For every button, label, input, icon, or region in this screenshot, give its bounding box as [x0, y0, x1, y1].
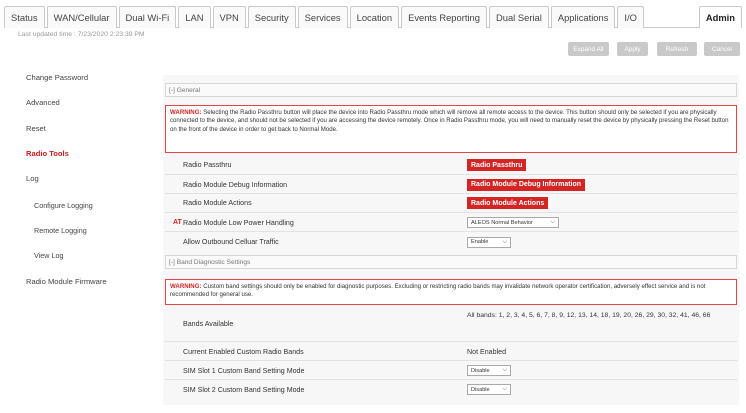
- radio-debug-button[interactable]: Radio Module Debug Information: [467, 178, 586, 191]
- bands-available-value: All bands: 1, 2, 3, 4, 5, 6, 7, 8, 9, 12…: [467, 312, 711, 319]
- tab-security[interactable]: Security: [247, 6, 296, 28]
- radio-passthru-button[interactable]: Radio Passthru: [467, 159, 527, 171]
- sidebar-item-advanced[interactable]: Advanced: [26, 98, 60, 107]
- chevron-down-icon: ⌵: [502, 238, 507, 245]
- tab-wan-cellular[interactable]: WAN/Cellular: [46, 6, 117, 28]
- tab-applications[interactable]: Applications: [550, 6, 616, 28]
- chevron-down-icon: ⌵: [550, 219, 555, 225]
- outbound-traffic-select-value: Enable: [471, 239, 489, 245]
- sidebar-item-reset[interactable]: Reset: [26, 124, 46, 133]
- tab-vpn[interactable]: VPN: [212, 6, 246, 28]
- passthru-warning: WARNING: Selecting the Radio Passthru bu…: [165, 105, 737, 153]
- general-section-header[interactable]: [-] General: [165, 83, 737, 97]
- sim1-band-select-value: Disable: [471, 367, 490, 374]
- chevron-down-icon: ⌵: [502, 367, 507, 373]
- apply-button[interactable]: Apply: [617, 42, 648, 56]
- tab-io[interactable]: I/O: [617, 6, 644, 28]
- radio-passthru-row: Radio Passthru Radio Passthru: [165, 155, 737, 175]
- tab-services[interactable]: Services: [297, 6, 348, 28]
- sidebar-item-view-log[interactable]: View Log: [34, 251, 63, 260]
- sim2-band-select-value: Disable: [471, 386, 490, 393]
- warning-text: Selecting the Radio Passthru button will…: [170, 109, 729, 133]
- band-section-header[interactable]: [-] Band Diagnostic Settings: [165, 255, 737, 269]
- current-bands-value: Not Enabled: [467, 347, 507, 356]
- tab-dual-serial[interactable]: Dual Serial: [488, 6, 549, 28]
- warning-text: Custom band settings should only be enab…: [170, 283, 706, 299]
- main-tab-bar: Status WAN/Cellular Dual Wi-Fi LAN VPN S…: [4, 6, 742, 28]
- sim1-band-select[interactable]: Disable ⌵: [467, 365, 511, 376]
- at-command-marker: AT: [173, 219, 182, 226]
- current-bands-label: Current Enabled Custom Radio Bands: [183, 347, 304, 356]
- tab-location[interactable]: Location: [349, 6, 400, 28]
- outbound-traffic-row: Allow Outbound Celluar Traffic Enable ⌵: [165, 232, 737, 252]
- outbound-traffic-label: Allow Outbound Celluar Traffic: [183, 238, 279, 246]
- sidebar-item-configure-logging[interactable]: Configure Logging: [34, 201, 93, 210]
- sim1-band-label: SIM Slot 1 Custom Band Setting Mode: [183, 366, 305, 375]
- radio-debug-label: Radio Module Debug Information: [183, 180, 288, 189]
- tab-dual-wifi[interactable]: Dual Wi-Fi: [118, 6, 177, 28]
- sim2-band-label: SIM Slot 2 Custom Band Setting Mode: [183, 385, 305, 394]
- sidebar-item-remote-logging[interactable]: Remote Logging: [34, 226, 87, 235]
- sidebar-item-change-password[interactable]: Change Password: [26, 73, 88, 82]
- sidebar-item-radio-tools[interactable]: Radio Tools: [26, 149, 69, 158]
- sidebar-item-log[interactable]: Log: [26, 174, 39, 183]
- tab-events-reporting[interactable]: Events Reporting: [401, 6, 487, 28]
- low-power-select[interactable]: ALEOS Normal Behavior ⌵: [467, 217, 559, 228]
- tab-status[interactable]: Status: [4, 6, 45, 28]
- main-content: [-] General WARNING: Selecting the Radio…: [163, 75, 739, 405]
- sidebar-item-radio-module-firmware[interactable]: Radio Module Firmware: [26, 277, 107, 286]
- radio-passthru-label: Radio Passthru: [183, 161, 232, 169]
- tab-lan[interactable]: LAN: [178, 6, 211, 28]
- cancel-button[interactable]: Cancel: [704, 42, 740, 56]
- sim1-band-row: SIM Slot 1 Custom Band Setting Mode Disa…: [165, 361, 737, 380]
- toolbar: Last updated time : 7/23/2020 2:23:39 PM…: [0, 28, 746, 56]
- expand-all-button[interactable]: Expand All: [568, 42, 609, 56]
- bands-available-row: Bands Available All bands: 1, 2, 3, 4, 5…: [165, 307, 737, 341]
- radio-actions-row: Radio Module Actions Radio Module Action…: [165, 194, 737, 212]
- warning-label: WARNING:: [170, 283, 202, 290]
- sim2-band-select[interactable]: Disable ⌵: [467, 384, 511, 395]
- band-warning: WARNING: Custom band settings should onl…: [165, 279, 737, 305]
- refresh-button[interactable]: Refresh: [657, 42, 697, 56]
- radio-actions-button[interactable]: Radio Module Actions: [467, 197, 549, 209]
- low-power-label: Radio Module Low Power Handling: [183, 218, 294, 227]
- last-updated-text: Last updated time : 7/23/2020 2:23:39 PM: [18, 31, 145, 38]
- low-power-select-value: ALEOS Normal Behavior: [471, 219, 533, 226]
- low-power-row: AT Radio Module Low Power Handling ALEOS…: [165, 213, 737, 232]
- sim2-band-row: SIM Slot 2 Custom Band Setting Mode Disa…: [165, 380, 737, 399]
- tab-admin[interactable]: Admin: [698, 6, 742, 28]
- radio-debug-row: Radio Module Debug Information Radio Mod…: [165, 175, 737, 194]
- warning-label: WARNING:: [170, 109, 202, 116]
- chevron-down-icon: ⌵: [502, 386, 507, 392]
- bands-available-label: Bands Available: [183, 320, 234, 328]
- radio-actions-label: Radio Module Actions: [183, 199, 252, 207]
- current-bands-row: Current Enabled Custom Radio Bands Not E…: [165, 342, 737, 361]
- outbound-traffic-select[interactable]: Enable ⌵: [467, 236, 511, 248]
